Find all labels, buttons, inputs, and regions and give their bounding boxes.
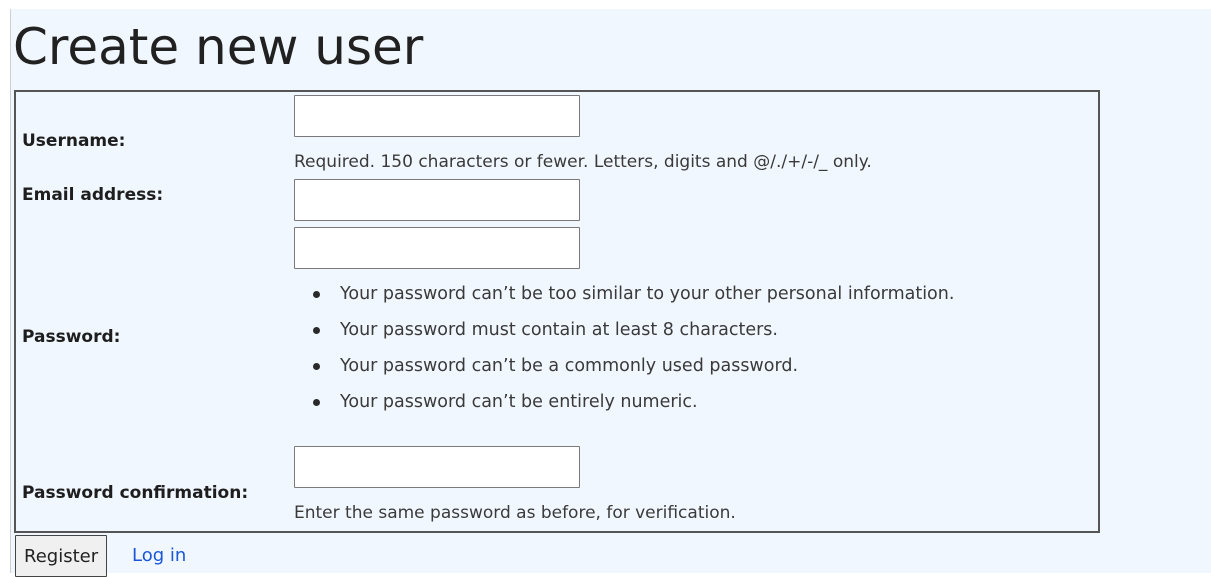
bullet-icon: [313, 363, 320, 370]
email-label: Email address:: [22, 185, 164, 205]
password-confirmation-label: Password confirmation:: [22, 483, 249, 503]
username-input[interactable]: [294, 95, 580, 137]
list-item: Your password can’t be a commonly used p…: [294, 348, 954, 384]
password-requirement: Your password can’t be a commonly used p…: [340, 356, 799, 376]
list-item: Your password can’t be entirely numeric.: [294, 384, 954, 420]
register-button[interactable]: Register: [15, 535, 108, 577]
email-input[interactable]: [294, 179, 580, 221]
password-requirements-list: Your password can’t be too similar to yo…: [294, 276, 954, 420]
username-label: Username:: [22, 131, 126, 151]
password-label: Password:: [22, 327, 121, 347]
page-container: Create new user Username: Required. 150 …: [10, 9, 1211, 577]
password-confirmation-input[interactable]: [294, 446, 580, 488]
password-input[interactable]: [294, 227, 580, 269]
list-item: Your password must contain at least 8 ch…: [294, 312, 954, 348]
password-requirement: Your password can’t be too similar to yo…: [340, 284, 955, 304]
list-item: Your password can’t be too similar to yo…: [294, 276, 954, 312]
password-requirement: Your password can’t be entirely numeric.: [340, 392, 698, 412]
page-title: Create new user: [13, 18, 424, 76]
bullet-icon: [313, 327, 320, 334]
login-link[interactable]: Log in: [132, 545, 186, 566]
username-help-text: Required. 150 characters or fewer. Lette…: [294, 152, 872, 172]
password-requirement: Your password must contain at least 8 ch…: [340, 320, 778, 340]
bullet-icon: [313, 399, 320, 406]
password-confirmation-help-text: Enter the same password as before, for v…: [294, 503, 736, 523]
bullet-icon: [313, 291, 320, 298]
registration-form: Username: Required. 150 characters or fe…: [14, 90, 1100, 533]
